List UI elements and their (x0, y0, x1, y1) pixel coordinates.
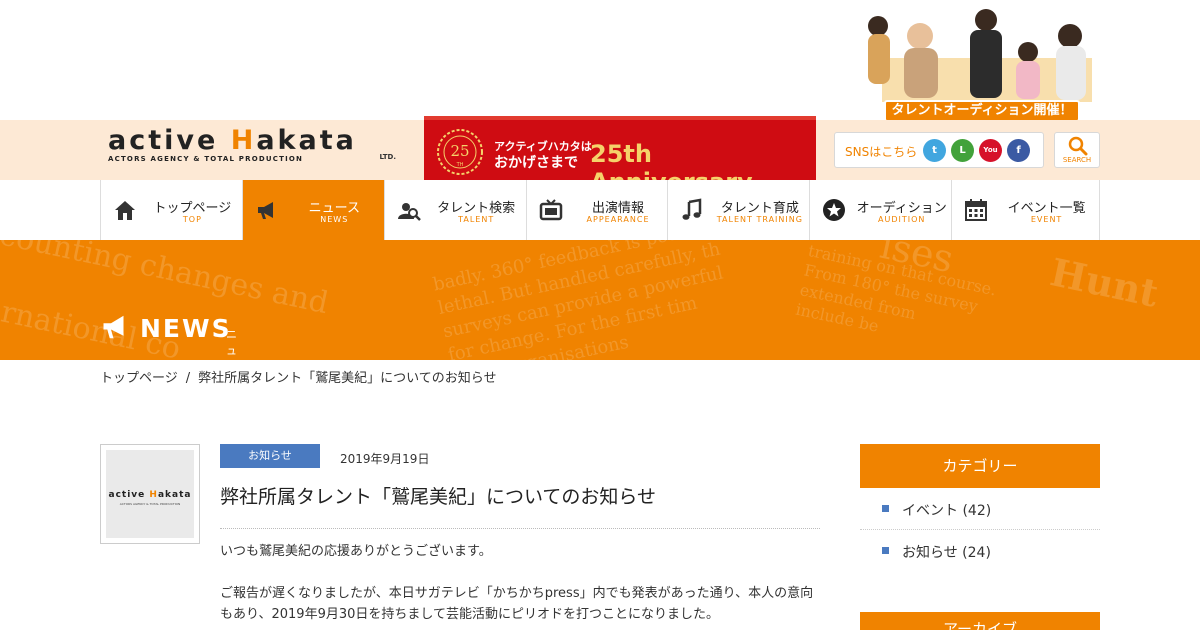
star-icon (823, 199, 846, 221)
nav-sublabel: TALENT TRAINING (716, 215, 803, 224)
post-paragraph: ご報告が遅くなりましたが、本日サガテレビ「かちかちpress」内でも発表があった… (220, 586, 814, 622)
nav-item-audition[interactable]: オーディション AUDITION (810, 180, 953, 240)
breadcrumb-home[interactable]: トップページ (100, 371, 178, 386)
post-title: 弊社所属タレント「鷲尾美紀」についてのお知らせ (220, 486, 657, 508)
anniversary-banner[interactable]: 25 TH アクティブハカタは おかげさまで 25th Anniversary (424, 116, 816, 196)
post-body: いつも鷲尾美紀の応援ありがとうございます。 ご報告が遅くなりましたが、本日サガテ… (220, 541, 820, 630)
thumbnail-image: active Hakata ACTORS AGENCY & TOTAL PROD… (106, 450, 194, 538)
sns-label: SNSはこちら (845, 145, 918, 159)
nav-label: タレント育成 (720, 201, 799, 216)
logo-ltd: LTD. (379, 153, 396, 161)
audition-banner[interactable]: タレントオーディション開催！ (858, 6, 1104, 122)
facebook-icon[interactable]: f (1007, 139, 1030, 162)
thumbnail-logo: active Hakata (108, 490, 192, 500)
twitter-icon[interactable]: t (923, 139, 946, 162)
bullet-square-icon (882, 505, 889, 512)
breadcrumb-current: 弊社所属タレント「鷲尾美紀」についてのお知らせ (198, 371, 497, 386)
audition-ribbon: タレントオーディション開催！ (884, 100, 1080, 122)
nav-item-event[interactable]: イベント一覧 EVENT (952, 180, 1101, 240)
nav-sublabel: EVENT (1030, 215, 1063, 224)
nav-label: トップページ (153, 201, 232, 216)
post-paragraph: いつも鷲尾美紀の応援ありがとうございます。 (220, 544, 492, 559)
nav-sublabel: AUDITION (878, 215, 926, 224)
post-date: 2019年9月19日 (340, 452, 430, 466)
breadcrumb-separator: / (185, 371, 191, 386)
anniversary-mid-text: おかげさまで (494, 155, 578, 171)
nav-label: イベント一覧 (1007, 201, 1086, 216)
page: タレントオーディション開催！ active Hakata ACTORS AGEN… (0, 0, 1200, 630)
nav-label: ニュース (308, 201, 360, 216)
nav-label: タレント検索 (437, 201, 516, 216)
music-note-icon (682, 198, 702, 220)
divider (220, 528, 820, 529)
nav-sublabel: TOP (182, 215, 202, 224)
search-icon (1068, 136, 1088, 156)
sidebar-category-news[interactable]: お知らせ (24) (860, 530, 1100, 572)
sidebar-archive-heading: アーカイブ (860, 612, 1100, 630)
sns-box: SNSはこちら t L You f (834, 132, 1044, 168)
talent-search-icon (397, 203, 421, 221)
bullet-square-icon (882, 547, 889, 554)
logo-wordmark: active Hakata (108, 125, 357, 156)
nav-item-appearance[interactable]: 出演情報 APPEARANCE (526, 180, 669, 240)
home-icon (115, 201, 135, 220)
main-nav: トップページ TOP ニュース NEWS タレント検索 TALENT 出演情報 … (100, 180, 1101, 240)
line-icon[interactable]: L (951, 139, 974, 162)
tv-icon (539, 199, 562, 221)
category-tag[interactable]: お知らせ (220, 444, 320, 468)
nav-item-top[interactable]: トップページ TOP (101, 180, 243, 240)
nav-sublabel: TALENT (458, 215, 495, 224)
megaphone-icon (257, 202, 273, 219)
category-label: お知らせ (24) (902, 545, 991, 561)
logo-tagline: ACTORS AGENCY & TOTAL PRODUCTION (108, 155, 304, 163)
nav-item-talent[interactable]: タレント検索 TALENT (384, 180, 527, 240)
site-logo[interactable]: active Hakata ACTORS AGENCY & TOTAL PROD… (108, 125, 398, 163)
nav-item-news[interactable]: ニュース NEWS (242, 180, 385, 240)
sidebar-category-event[interactable]: イベント (42) (860, 488, 1100, 530)
nav-sublabel: APPEARANCE (586, 215, 650, 224)
breadcrumb: トップページ / 弊社所属タレント「鷲尾美紀」についてのお知らせ (100, 367, 505, 386)
thumbnail-tagline: ACTORS AGENCY & TOTAL PRODUCTION (119, 502, 181, 506)
category-label: イベント (42) (902, 503, 992, 519)
search-label: SEARCH (1062, 156, 1092, 164)
talent-group-photo (868, 9, 1092, 102)
nav-sublabel: NEWS (320, 215, 349, 224)
badge-number: 25 (450, 142, 469, 160)
badge-th: TH (456, 162, 464, 168)
post-thumbnail[interactable]: active Hakata ACTORS AGENCY & TOTAL PROD… (100, 444, 200, 544)
sidebar-category-heading: カテゴリー (860, 444, 1100, 488)
megaphone-icon (103, 315, 124, 339)
calendar-icon (965, 199, 988, 221)
page-title-text: NEWS (140, 314, 232, 343)
nav-label: 出演情報 (592, 201, 645, 216)
nav-label: オーディション (856, 201, 947, 216)
youtube-icon[interactable]: You (979, 139, 1002, 162)
nav-item-training[interactable]: タレント育成 TALENT TRAINING (668, 180, 811, 240)
search-button[interactable]: SEARCH (1054, 132, 1100, 168)
laurel-badge-icon: 25 TH (437, 129, 483, 175)
